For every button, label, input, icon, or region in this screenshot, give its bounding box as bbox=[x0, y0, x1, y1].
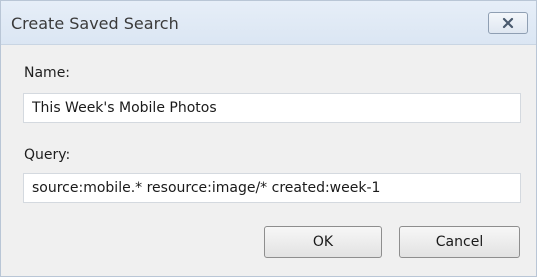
create-saved-search-dialog: Create Saved Search Name: Query: OK Canc… bbox=[0, 0, 537, 277]
close-button[interactable] bbox=[488, 12, 528, 34]
title-bar[interactable]: Create Saved Search bbox=[1, 1, 536, 45]
name-field[interactable] bbox=[23, 93, 521, 123]
query-label: Query: bbox=[24, 147, 71, 163]
close-icon bbox=[502, 17, 514, 29]
cancel-button[interactable]: Cancel bbox=[399, 226, 520, 258]
name-label: Name: bbox=[24, 65, 71, 81]
query-field[interactable] bbox=[23, 173, 521, 203]
dialog-title: Create Saved Search bbox=[11, 14, 179, 33]
ok-button[interactable]: OK bbox=[264, 226, 382, 258]
